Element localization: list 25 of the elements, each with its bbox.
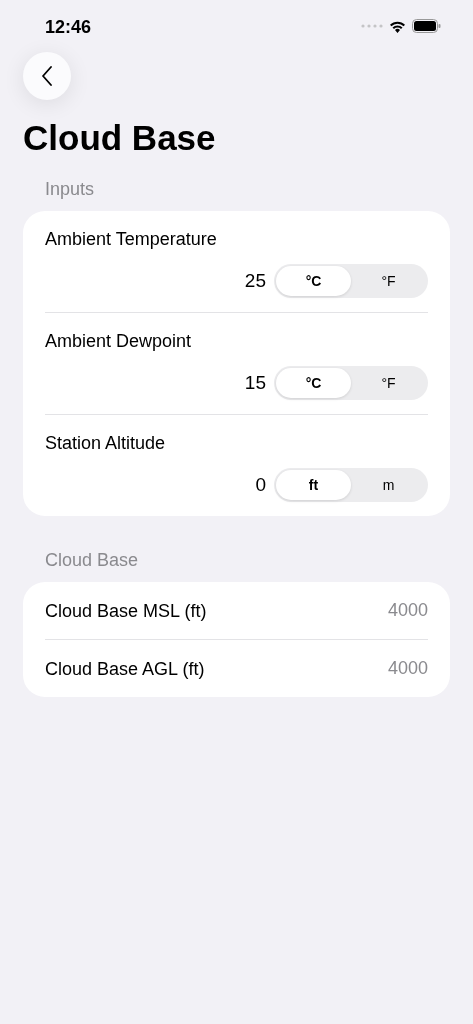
result-value: 4000 <box>387 658 428 679</box>
back-button[interactable] <box>23 52 71 100</box>
unit-segment[interactable]: °F <box>351 266 426 296</box>
unit-segment[interactable]: °F <box>351 368 426 398</box>
unit-segment[interactable]: °C <box>276 368 351 398</box>
result-label: Cloud Base MSL (ft) <box>45 599 207 622</box>
chevron-left-icon <box>41 66 53 86</box>
page-title: Cloud Base <box>23 118 217 158</box>
input-label: Ambient Dewpoint <box>45 330 193 352</box>
wifi-icon <box>389 19 406 33</box>
result-value: 4000 <box>387 600 428 621</box>
value-field[interactable]: 0 <box>206 474 266 496</box>
status-time: 12:46 <box>45 17 92 38</box>
unit-segment[interactable]: m <box>351 470 426 500</box>
section-header: Cloud Base <box>45 549 140 572</box>
signal-icon <box>361 24 383 28</box>
battery-icon <box>412 19 441 33</box>
unit-segment[interactable]: ft <box>276 470 351 500</box>
result-label: Cloud Base AGL (ft) <box>45 657 205 680</box>
unit-segment[interactable]: °C <box>276 266 351 296</box>
input-label: Ambient Temperature <box>45 228 218 250</box>
value-field[interactable]: 15 <box>206 372 266 394</box>
input-label: Station Altitude <box>45 432 167 454</box>
section-header: Inputs <box>45 178 96 201</box>
value-field[interactable]: 25 <box>206 270 266 292</box>
